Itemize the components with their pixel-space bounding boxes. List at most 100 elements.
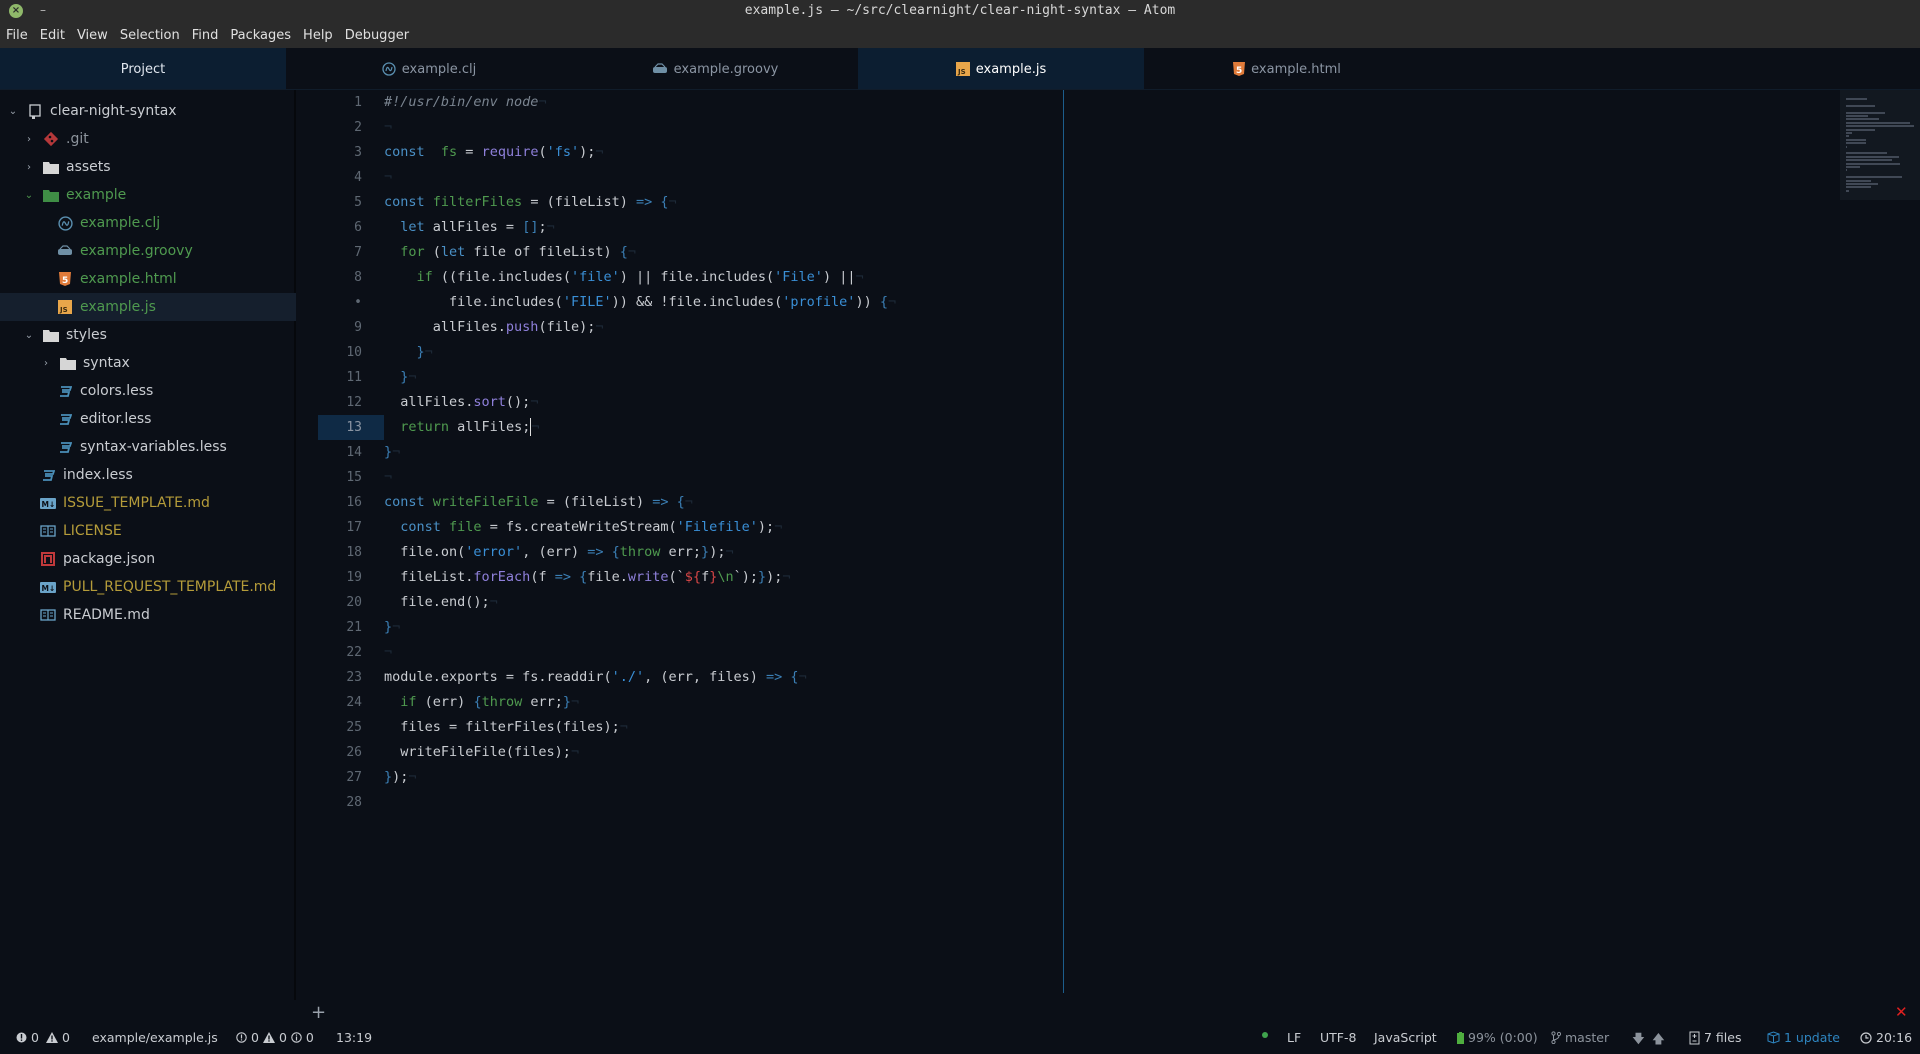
- tree-item-example-groovy[interactable]: example.groovy: [0, 237, 296, 265]
- line-number[interactable]: 23: [318, 665, 384, 690]
- line-number[interactable]: 16: [318, 490, 384, 515]
- line-number[interactable]: 8: [318, 265, 384, 290]
- tree-item-assets[interactable]: › assets: [0, 153, 296, 181]
- tree-item-example-js[interactable]: JS example.js: [0, 293, 296, 321]
- add-terminal-button[interactable]: +: [311, 1002, 326, 1023]
- tree-item-example[interactable]: ⌄ example: [0, 181, 296, 209]
- tab-example-groovy[interactable]: example.groovy: [572, 48, 858, 90]
- tree-item-styles[interactable]: ⌄ styles: [0, 321, 296, 349]
- code-line[interactable]: writeFileFile(files);¬: [384, 740, 579, 765]
- status-package-updates[interactable]: 1 update: [1767, 1030, 1840, 1045]
- status-line-ending[interactable]: LF: [1287, 1030, 1301, 1045]
- tree-item-editor-less[interactable]: editor.less: [0, 405, 296, 433]
- tree-item-readme[interactable]: README.md: [0, 601, 296, 629]
- menu-find[interactable]: Find: [192, 28, 219, 43]
- status-linter[interactable]: 0 0 0: [236, 1030, 314, 1045]
- chevron-down-icon[interactable]: ⌄: [22, 330, 36, 341]
- line-number[interactable]: 19: [318, 565, 384, 590]
- tree-item-git[interactable]: › .git: [0, 125, 296, 153]
- menu-file[interactable]: File: [6, 28, 28, 43]
- code-line[interactable]: const filterFiles = (fileList) => {¬: [384, 190, 677, 215]
- line-number[interactable]: 5: [318, 190, 384, 215]
- code-line[interactable]: }¬: [384, 365, 416, 390]
- line-number[interactable]: 6: [318, 215, 384, 240]
- code-line[interactable]: allFiles.push(file);¬: [384, 315, 604, 340]
- menu-selection[interactable]: Selection: [120, 28, 180, 43]
- tree-root-clear-night-syntax[interactable]: ⌄ clear-night-syntax: [0, 97, 296, 125]
- code-line[interactable]: }¬: [384, 340, 433, 365]
- status-branch[interactable]: master: [1551, 1030, 1609, 1045]
- menu-view[interactable]: View: [77, 28, 108, 43]
- chevron-right-icon[interactable]: ›: [22, 134, 36, 145]
- code-line[interactable]: ¬: [384, 640, 392, 665]
- line-number[interactable]: 22: [318, 640, 384, 665]
- tab-example-clj[interactable]: example.clj: [286, 48, 572, 90]
- code-line[interactable]: for (let file of fileList) {¬: [384, 240, 636, 265]
- tab-example-js[interactable]: JS example.js: [858, 48, 1144, 90]
- status-grammar[interactable]: JavaScript: [1374, 1030, 1437, 1045]
- line-number[interactable]: 1: [318, 90, 384, 115]
- code-line[interactable]: module.exports = fs.readdir('./', (err, …: [384, 665, 807, 690]
- code-line[interactable]: allFiles.sort();¬: [384, 390, 538, 415]
- line-number[interactable]: 28: [318, 790, 384, 815]
- line-number[interactable]: 2: [318, 115, 384, 140]
- code-line[interactable]: ¬: [384, 465, 392, 490]
- line-number[interactable]: 10: [318, 340, 384, 365]
- line-number[interactable]: 27: [318, 765, 384, 790]
- code-line[interactable]: }¬: [384, 615, 400, 640]
- status-errors[interactable]: 0: [16, 1030, 39, 1045]
- tree-item-package-json[interactable]: package.json: [0, 545, 296, 573]
- menu-help[interactable]: Help: [303, 28, 333, 43]
- line-number[interactable]: 4: [318, 165, 384, 190]
- text-editor[interactable]: 1 2 3 4 5 6 7 8 • 9 10 11 12 13 14 15 16 17 18 19 20 21 22 23 24…: [298, 90, 1920, 1000]
- code-line[interactable]: files = filterFiles(files);¬: [384, 715, 628, 740]
- code-line[interactable]: ¬: [384, 115, 392, 140]
- chevron-down-icon[interactable]: ⌄: [6, 106, 20, 117]
- status-cursor-position[interactable]: 13:19: [336, 1030, 372, 1045]
- status-warnings[interactable]: 0: [46, 1030, 70, 1045]
- line-number[interactable]: 24: [318, 690, 384, 715]
- tree-item-pull-request-template[interactable]: M↓ PULL_REQUEST_TEMPLATE.md: [0, 573, 296, 601]
- code-line[interactable]: if (err) {throw err;}¬: [384, 690, 579, 715]
- fetch-pull-icon[interactable]: 🡇: [1632, 1030, 1645, 1051]
- code-line[interactable]: file.includes('FILE')) && !file.includes…: [384, 290, 896, 315]
- chevron-down-icon[interactable]: ⌄: [22, 190, 36, 201]
- status-changed-files[interactable]: 7 files: [1689, 1030, 1741, 1045]
- tree-item-syntax[interactable]: › syntax: [0, 349, 296, 377]
- line-number[interactable]: 3: [318, 140, 384, 165]
- code-line[interactable]: let allFiles = [];¬: [384, 215, 554, 240]
- line-number[interactable]: 9: [318, 315, 384, 340]
- code-line[interactable]: });¬: [384, 765, 417, 790]
- code-line[interactable]: if ((file.includes('file') || file.inclu…: [384, 265, 864, 290]
- code-line[interactable]: ¬: [384, 165, 392, 190]
- code-line[interactable]: #!/usr/bin/env node¬: [384, 90, 547, 115]
- line-number[interactable]: 13: [318, 415, 384, 440]
- status-file-path[interactable]: example/example.js: [92, 1030, 218, 1045]
- menu-edit[interactable]: Edit: [40, 28, 65, 43]
- code-line[interactable]: file.end();¬: [384, 590, 498, 615]
- line-number[interactable]: 17: [318, 515, 384, 540]
- line-number[interactable]: 12: [318, 390, 384, 415]
- line-number[interactable]: 26: [318, 740, 384, 765]
- code-line[interactable]: fileList.forEach(f => {file.write(`${f}\…: [384, 565, 790, 590]
- code-line[interactable]: const fs = require('fs');¬: [384, 140, 604, 165]
- tab-example-html[interactable]: 5 example.html: [1144, 48, 1430, 90]
- line-number[interactable]: 20: [318, 590, 384, 615]
- close-panel-icon[interactable]: ✕: [1895, 1003, 1908, 1021]
- code-line[interactable]: }¬: [384, 440, 400, 465]
- line-number[interactable]: 14: [318, 440, 384, 465]
- menu-debugger[interactable]: Debugger: [345, 28, 409, 43]
- code-line[interactable]: const writeFileFile = (fileList) => {¬: [384, 490, 693, 515]
- line-number[interactable]: 7: [318, 240, 384, 265]
- code-line[interactable]: const file = fs.createWriteStream('Filef…: [384, 515, 782, 540]
- tree-item-syntax-variables-less[interactable]: syntax-variables.less: [0, 433, 296, 461]
- tree-item-index-less[interactable]: index.less: [0, 461, 296, 489]
- code-line[interactable]: file.on('error', (err) => {throw err;});…: [384, 540, 733, 565]
- tree-item-colors-less[interactable]: colors.less: [0, 377, 296, 405]
- push-icon[interactable]: 🡅: [1652, 1030, 1665, 1051]
- tab-project[interactable]: Project: [0, 48, 286, 90]
- tree-item-example-clj[interactable]: example.clj: [0, 209, 296, 237]
- chevron-right-icon[interactable]: ›: [22, 162, 36, 173]
- line-number[interactable]: •: [318, 290, 384, 315]
- tree-item-issue-template[interactable]: M↓ ISSUE_TEMPLATE.md: [0, 489, 296, 517]
